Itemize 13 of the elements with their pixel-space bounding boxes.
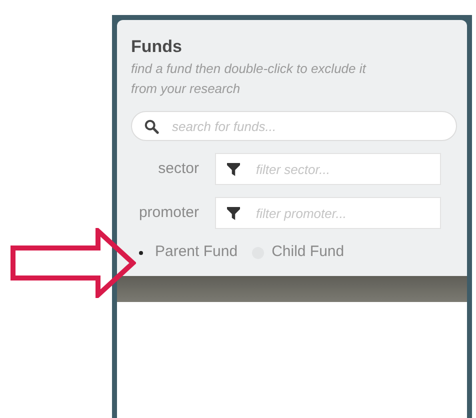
panel-title: Funds [131, 36, 183, 58]
panel-hint: find a fund then double-click to exclude it from your research [131, 60, 368, 98]
filter-icon [227, 163, 240, 176]
filter-icon [227, 207, 240, 220]
filter-field[interactable]: filter promoter... [215, 197, 441, 230]
filter-label: promoter [138, 203, 200, 223]
arrow-icon [10, 228, 136, 298]
fund-type-radio[interactable]: Parent Fund [135, 241, 238, 264]
fund-type-radio[interactable]: Child Fund [252, 241, 344, 264]
filter-field[interactable]: filter sector... [215, 153, 441, 186]
search-field[interactable]: search for funds... [131, 111, 457, 142]
filter-label: sector [157, 159, 200, 179]
search-icon [144, 119, 159, 134]
